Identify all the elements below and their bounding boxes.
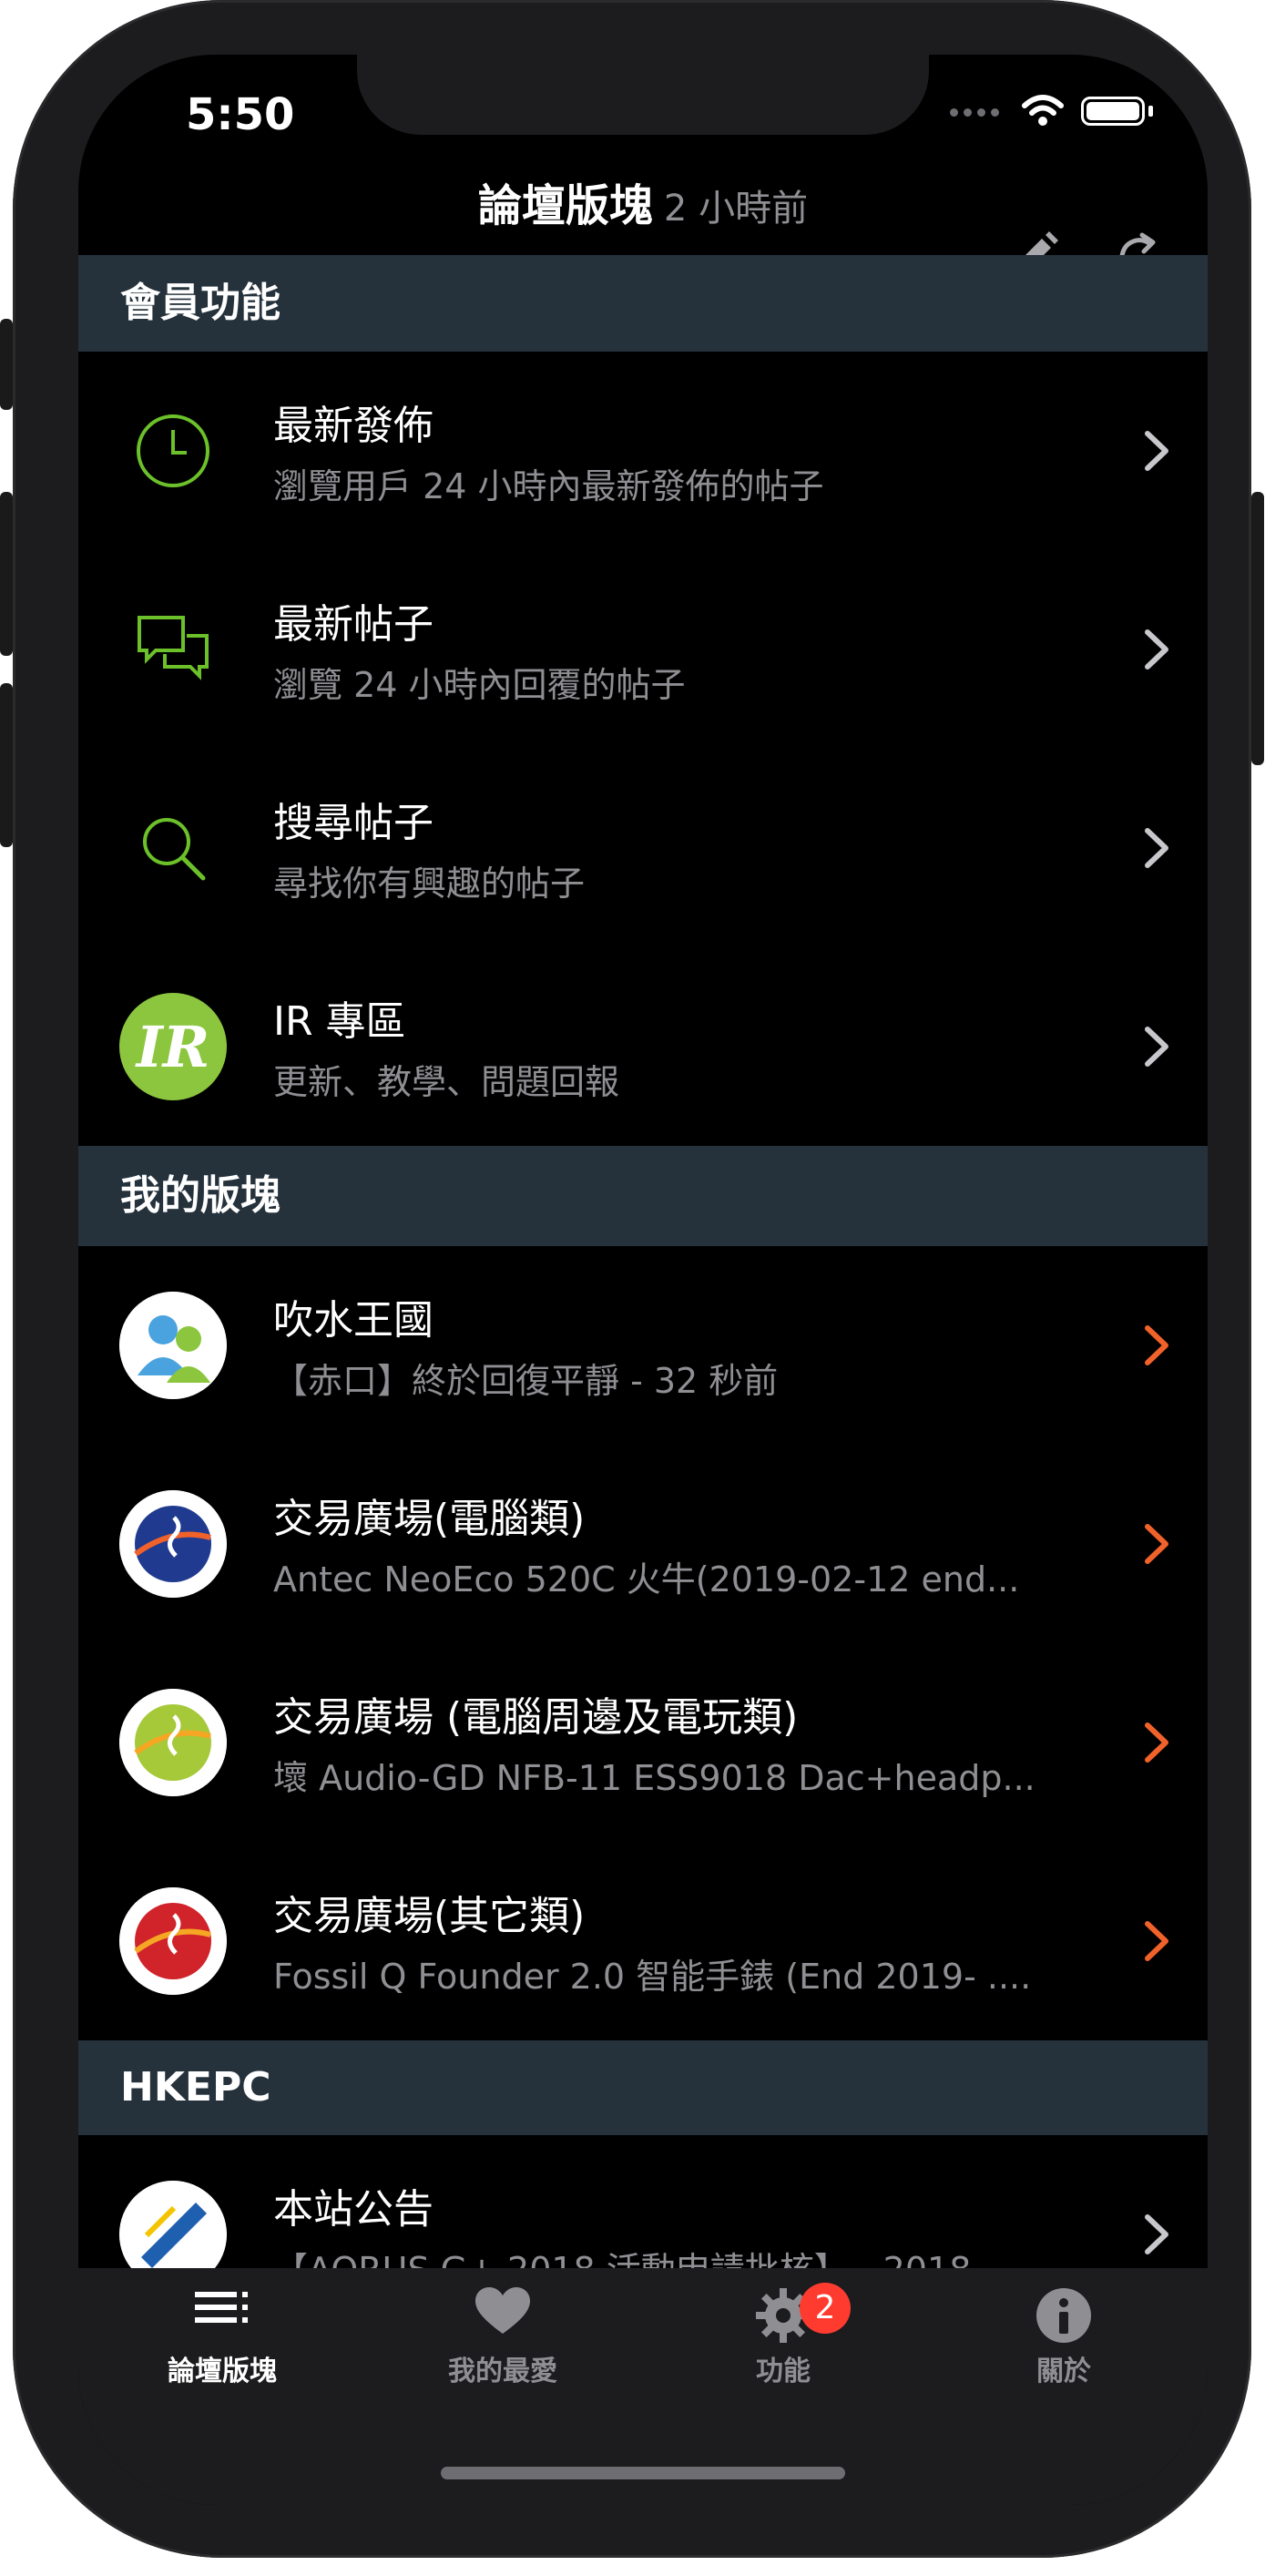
- section-header-my-forums: 我的版塊: [78, 1146, 1208, 1246]
- notch: [357, 55, 929, 135]
- item-subtitle: 瀏覽 24 小時內回覆的帖子: [273, 665, 686, 705]
- ir-logo-text: IR: [119, 993, 227, 1100]
- tab-label: 我的最愛: [448, 2356, 557, 2387]
- heart-icon: [475, 2287, 530, 2334]
- chevron-right-icon: [1145, 1524, 1168, 1564]
- item-subtitle: Antec NeoEco 520C 火牛(2019-02-12 end...: [273, 1559, 1020, 1600]
- tab-label: 功能: [756, 2356, 811, 2387]
- chevron-right-icon: [1145, 828, 1168, 868]
- item-title: 本站公告: [273, 2186, 434, 2233]
- list-item-new-threads[interactable]: 最新帖子 瀏覽 24 小時內回覆的帖子: [78, 550, 1208, 749]
- list-item-forum[interactable]: 交易廣場 (電腦周邊及電玩類) 壞 Audio-GD NFB-11 ESS901…: [78, 1643, 1208, 1842]
- nav-title: 論壇版塊 2 小時前: [78, 169, 1208, 233]
- section-header-member: 會員功能: [78, 255, 1208, 352]
- chevron-right-icon: [1145, 1921, 1168, 1961]
- chat-bubbles-icon: [118, 595, 228, 704]
- home-indicator[interactable]: [441, 2467, 845, 2479]
- signal-icon: [950, 103, 1005, 120]
- chevron-right-icon: [1145, 1325, 1168, 1365]
- item-subtitle: 壞 Audio-GD NFB-11 ESS9018 Dac+headp...: [273, 1758, 1035, 1798]
- section-header-hkepc: HKEPC: [78, 2040, 1208, 2135]
- item-title: 搜尋帖子: [273, 800, 434, 846]
- item-title: 最新發佈: [273, 403, 434, 449]
- tab-forums[interactable]: 論壇版塊: [86, 2286, 359, 2414]
- tab-functions[interactable]: 2 功能: [647, 2283, 920, 2414]
- item-title: 最新帖子: [273, 601, 434, 648]
- info-icon: [1036, 2288, 1091, 2343]
- item-title: 吹水王國: [273, 1297, 434, 1344]
- chevron-right-icon: [1145, 629, 1168, 670]
- tab-favorites[interactable]: 我的最愛: [366, 2286, 639, 2414]
- last-updated: 2 小時前: [663, 188, 809, 230]
- status-icons: [950, 95, 1153, 128]
- list-item-latest-posts[interactable]: 最新發佈 瀏覽用戶 24 小時內最新發佈的帖子: [78, 352, 1208, 550]
- list-item-search-threads[interactable]: 搜尋帖子 尋找你有興趣的帖子: [78, 749, 1208, 947]
- list-item-ir-zone[interactable]: IR IR 專區 更新、教學、問題回報: [78, 947, 1208, 1146]
- tab-about[interactable]: 關於: [927, 2286, 1200, 2414]
- tab-label: 關於: [1036, 2356, 1091, 2387]
- item-subtitle: Fossil Q Founder 2.0 智能手錶 (End 2019- ...…: [273, 1957, 1032, 1997]
- tab-label: 論壇版塊: [168, 2356, 277, 2387]
- wifi-icon: [1022, 95, 1064, 126]
- search-icon: [118, 793, 228, 903]
- hkepc-green-logo-icon: [118, 1688, 228, 1797]
- list-icon: [195, 2292, 248, 2323]
- chevron-right-icon: [1145, 431, 1168, 471]
- device-frame: 5:50 論壇版塊 2 小時前 會員功能 最新發佈 瀏覽用戶 24 小時內最新發…: [0, 0, 1264, 2558]
- chevron-right-icon: [1145, 2214, 1168, 2254]
- volume-up-button: [0, 492, 13, 656]
- item-title: 交易廣場(其它類): [273, 1893, 586, 1939]
- mute-switch: [0, 319, 13, 410]
- ir-logo-icon: IR: [118, 992, 228, 1101]
- clock-icon: [118, 396, 228, 506]
- forum-chat-avatar-icon: [118, 1291, 228, 1400]
- chevron-right-icon: [1145, 1027, 1168, 1067]
- chevron-right-icon: [1145, 1722, 1168, 1763]
- item-subtitle: 更新、教學、問題回報: [273, 1062, 620, 1102]
- status-time: 5:50: [186, 89, 295, 140]
- item-subtitle: 瀏覽用戶 24 小時內最新發佈的帖子: [273, 466, 824, 506]
- list-item-forum[interactable]: 吹水王國 【赤口】終於回復平靜 - 32 秒前: [78, 1246, 1208, 1445]
- hkepc-red-logo-icon: [118, 1886, 228, 1996]
- power-button: [1251, 492, 1264, 765]
- navigation-bar: 論壇版塊 2 小時前: [78, 146, 1208, 279]
- item-subtitle: 【赤口】終於回復平靜 - 32 秒前: [273, 1361, 779, 1401]
- item-title: 交易廣場(電腦類): [273, 1496, 586, 1542]
- page-title: 論壇版塊: [477, 180, 653, 231]
- item-subtitle: 尋找你有興趣的帖子: [273, 864, 586, 904]
- hkepc-blue-logo-icon: [118, 1489, 228, 1599]
- battery-icon: [1081, 97, 1145, 126]
- item-title: IR 專區: [273, 998, 406, 1045]
- screen: 5:50 論壇版塊 2 小時前 會員功能 最新發佈 瀏覽用戶 24 小時內最新發…: [78, 55, 1208, 2505]
- notification-badge: 2: [800, 2283, 851, 2334]
- list-item-forum[interactable]: 交易廣場(其它類) Fossil Q Founder 2.0 智能手錶 (End…: [78, 1842, 1208, 2040]
- list-item-forum[interactable]: 交易廣場(電腦類) Antec NeoEco 520C 火牛(2019-02-1…: [78, 1445, 1208, 1643]
- item-title: 交易廣場 (電腦周邊及電玩類): [273, 1694, 799, 1741]
- volume-down-button: [0, 683, 13, 847]
